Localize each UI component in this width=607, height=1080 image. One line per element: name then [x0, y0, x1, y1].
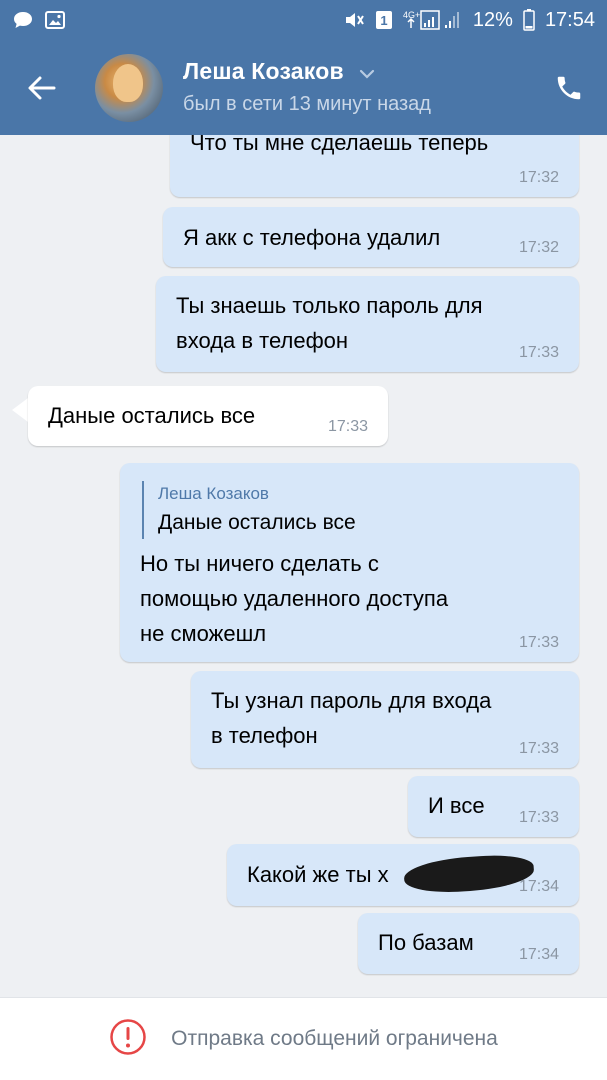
- back-arrow-icon: [28, 76, 56, 100]
- alert-circle-icon: [109, 1018, 147, 1061]
- message-text: Я акк с телефона удалил: [183, 225, 441, 250]
- message-time: 17:34: [518, 878, 559, 895]
- message-time: 17:33: [327, 418, 368, 435]
- message-bubble[interactable]: Я акк с телефона удалил 17:32: [163, 207, 579, 267]
- image-notification-icon: [44, 10, 66, 30]
- chat-header: Леша Козаков был в сети 13 минут назад: [0, 40, 607, 135]
- reply-text: Даные остались все: [158, 511, 356, 534]
- avatar[interactable]: [95, 54, 163, 122]
- restriction-text: Отправка сообщений ограничена: [171, 1027, 498, 1050]
- message-time: 17:32: [518, 169, 559, 186]
- sim-icon: 1: [375, 10, 393, 30]
- sim-label: 1: [380, 13, 387, 28]
- status-bar-right: 1 4G+ 12% 17:54: [343, 8, 595, 32]
- message-bubble[interactable]: Ты узнал пароль для входа в телефон 17:3…: [191, 671, 579, 768]
- reply-author: Леша Козаков: [158, 484, 269, 503]
- message-text: Ты знаешь только пароль для входа в теле…: [176, 288, 483, 358]
- message-bubble[interactable]: Что ты мне сделаешь теперь 17:32: [170, 135, 579, 197]
- mute-icon: [343, 10, 365, 30]
- message-text: Но ты ничего сделать с помощью удаленног…: [140, 546, 448, 651]
- back-button[interactable]: [22, 68, 62, 108]
- message-line: Но ты ничего сделать с: [140, 551, 379, 576]
- message-bubble[interactable]: И все 17:33: [408, 776, 579, 837]
- network-type: 4G+: [403, 10, 420, 20]
- message-time: 17:33: [518, 344, 559, 361]
- message-time: 17:33: [518, 809, 559, 826]
- message-line: в телефон: [211, 723, 318, 748]
- clock: 17:54: [544, 8, 595, 31]
- message-line: не сможешл: [140, 621, 267, 646]
- phone-icon: [557, 76, 581, 100]
- message-text: Даные остались все: [48, 403, 256, 428]
- message-line: Ты узнал пароль для входа: [211, 688, 492, 713]
- message-line: помощью удаленного доступа: [140, 586, 449, 611]
- contact-name-row[interactable]: Леша Козаков: [183, 58, 376, 86]
- chat-notification-icon: [12, 10, 34, 30]
- message-text: И все: [428, 793, 485, 818]
- message-time: 17:34: [518, 946, 559, 963]
- battery-percent: 12%: [472, 8, 513, 31]
- message-time: 17:33: [518, 634, 559, 651]
- restriction-notice: Отправка сообщений ограничена: [0, 997, 607, 1080]
- message-text: Что ты мне сделаешь теперь: [190, 135, 489, 155]
- network-signal-icon: 4G+: [403, 8, 463, 32]
- message-bubble[interactable]: Ты знаешь только пароль для входа в теле…: [156, 276, 579, 372]
- status-bar: 1 4G+ 12% 17:54: [0, 0, 607, 40]
- message-bubble[interactable]: Леша Козаков Даные остались все Но ты ни…: [120, 463, 579, 662]
- message-text: Ты узнал пароль для входа в телефон: [211, 683, 491, 753]
- message-text: Какой же ты х: [247, 862, 389, 887]
- contact-name: Леша Козаков: [183, 58, 344, 84]
- message-text: По базам: [378, 930, 474, 955]
- message-line: Ты знаешь только пароль для: [176, 293, 483, 318]
- chevron-down-icon: [358, 59, 376, 86]
- last-seen: был в сети 13 минут назад: [183, 93, 431, 115]
- message-time: 17:32: [518, 239, 559, 256]
- reply-quote[interactable]: Леша Козаков Даные остались все: [142, 481, 356, 539]
- incoming-bubble-tail: [12, 398, 28, 422]
- status-bar-left: [12, 10, 66, 30]
- battery-icon: [523, 9, 535, 31]
- message-bubble[interactable]: По базам 17:34: [358, 913, 579, 974]
- message-bubble[interactable]: Даные остались все 17:33: [28, 386, 388, 446]
- message-time: 17:33: [518, 740, 559, 757]
- message-line: входа в телефон: [176, 328, 349, 353]
- call-button[interactable]: [549, 68, 589, 108]
